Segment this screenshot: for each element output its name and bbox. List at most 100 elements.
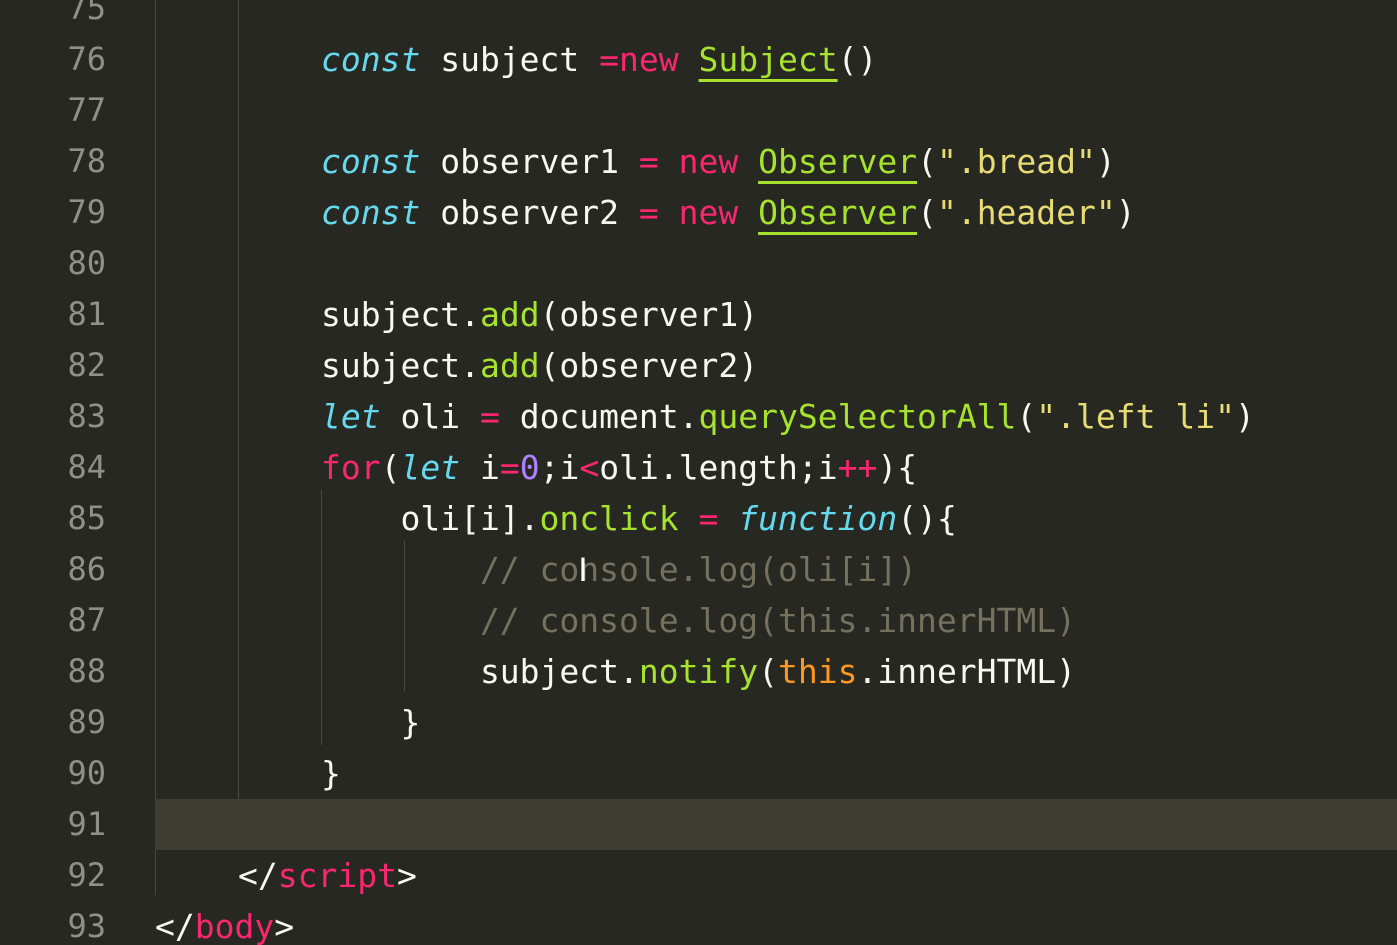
code-line[interactable]: 81 subject.add(observer1) <box>0 289 1397 340</box>
line-code: subject.notify(this.innerHTML) <box>321 646 1076 697</box>
code-token: ) <box>1095 142 1116 181</box>
code-token: ( <box>917 193 937 232</box>
line-code: // console.log(oli[i]) <box>321 544 917 595</box>
code-token: let <box>321 397 381 436</box>
line-code: // console.log(this.innerHTML) <box>321 595 1076 646</box>
code-token: = <box>638 142 659 181</box>
line-code: const observer1 = new Observer(".bread") <box>321 136 1116 187</box>
code-token: ( <box>758 652 778 691</box>
code-token: new <box>678 193 739 232</box>
line-number: 83 <box>67 397 106 435</box>
line-number: 88 <box>67 652 106 690</box>
code-token: (observer1) <box>539 295 759 334</box>
code-token: < <box>579 448 600 487</box>
code-token: > <box>396 856 417 895</box>
code-line[interactable]: 86 // console.log(oli[i]) <box>0 544 1397 595</box>
code-token: </ <box>238 856 278 895</box>
code-line[interactable]: 83 let oli = document.querySelectorAll(".… <box>0 391 1397 442</box>
code-line[interactable]: 76 const subject =new Subject() <box>0 34 1397 85</box>
line-code: } <box>321 748 341 799</box>
line-number: 89 <box>67 703 106 741</box>
line-number: 75 <box>67 0 106 27</box>
code-line[interactable]: 92 </script> <box>0 850 1397 901</box>
code-token: querySelectorAll <box>698 397 1017 436</box>
code-line[interactable]: 85 oli[i].onclick = function(){ <box>0 493 1397 544</box>
line-number: 84 <box>67 448 106 486</box>
code-line[interactable]: 80 <box>0 238 1397 289</box>
code-token: ++ <box>837 448 878 487</box>
code-token: ( <box>917 142 937 181</box>
code-token: (){ <box>897 499 957 538</box>
code-token: subject. <box>321 346 480 385</box>
code-token: Subject <box>698 40 838 79</box>
line-number: 91 <box>67 805 106 843</box>
code-token: document. <box>499 397 699 436</box>
code-token: body <box>194 907 275 945</box>
code-token: ( <box>380 448 401 487</box>
code-token: ".bread" <box>936 142 1096 181</box>
code-token: for <box>321 448 381 487</box>
code-token: const <box>321 142 421 181</box>
code-line[interactable]: 93 </body> <box>0 901 1397 945</box>
line-number: 82 <box>67 346 106 384</box>
code-token: } <box>321 703 421 742</box>
code-line[interactable]: 87 // console.log(this.innerHTML) <box>0 595 1397 646</box>
code-token: </ <box>155 907 195 945</box>
code-token: = <box>638 193 659 232</box>
line-number: 93 <box>67 907 106 945</box>
code-token: this <box>777 652 858 691</box>
code-token: ( <box>1016 397 1037 436</box>
line-number: 85 <box>67 499 106 537</box>
code-line[interactable]: 77 <box>0 85 1397 136</box>
code-line[interactable]: 82 subject.add(observer2) <box>0 340 1397 391</box>
code-token: i <box>460 448 500 487</box>
code-token: observer2 <box>420 193 639 232</box>
code-token: (observer2) <box>539 346 759 385</box>
code-token: = <box>698 499 719 538</box>
code-token: () <box>837 40 878 79</box>
code-line[interactable]: 89 } <box>0 697 1397 748</box>
code-token: onclick <box>539 499 679 538</box>
line-number: 86 <box>67 550 106 588</box>
code-token: Observer <box>758 142 918 181</box>
line-code: oli[i].onclick = function(){ <box>321 493 957 544</box>
line-code: for(let i=0;i<oli.length;i++){ <box>321 442 917 493</box>
code-token: new <box>619 40 679 79</box>
code-token: function <box>738 499 898 538</box>
code-line[interactable]: 84 for(let i=0;i<oli.length;i++){ <box>0 442 1397 493</box>
code-line[interactable]: 75 <box>0 0 1397 34</box>
code-token: const <box>321 193 421 232</box>
line-code: </script> <box>238 850 417 901</box>
code-token: = <box>479 397 500 436</box>
line-number: 90 <box>67 754 106 792</box>
line-number: 78 <box>67 142 106 180</box>
code-token: script <box>277 856 397 895</box>
code-token: Observer <box>758 193 918 232</box>
code-token: ) <box>1234 397 1255 436</box>
code-editor[interactable]: 75 76 const subject =new Subject() 77 78 cons… <box>0 0 1397 945</box>
code-line[interactable]: 91 <box>67 799 1397 850</box>
code-token: 0 <box>519 448 540 487</box>
line-number: 80 <box>67 244 106 282</box>
code-token: oli <box>380 397 480 436</box>
line-number: 92 <box>67 856 106 894</box>
code-token: ;i <box>539 448 580 487</box>
code-line[interactable]: 78 const observer1 = new Observer(".bread… <box>0 136 1397 187</box>
line-code: subject.add(observer1) <box>321 289 758 340</box>
code-token: = <box>599 40 620 79</box>
line-code: const subject =new Subject() <box>321 34 877 85</box>
code-token: > <box>274 907 295 945</box>
line-code: let oli = document.querySelectorAll(".le… <box>321 391 1255 442</box>
code-line[interactable]: 90} <box>0 748 1397 799</box>
code-line[interactable]: 88 subject.notify(this.innerHTML) <box>0 646 1397 697</box>
code-token: oli[i]. <box>321 499 540 538</box>
line-code: </body> <box>155 901 294 945</box>
code-line[interactable]: 79 const observer2 = new Observer(".heade… <box>0 187 1397 238</box>
code-token: // console.log(this.innerHTML) <box>321 601 1076 640</box>
